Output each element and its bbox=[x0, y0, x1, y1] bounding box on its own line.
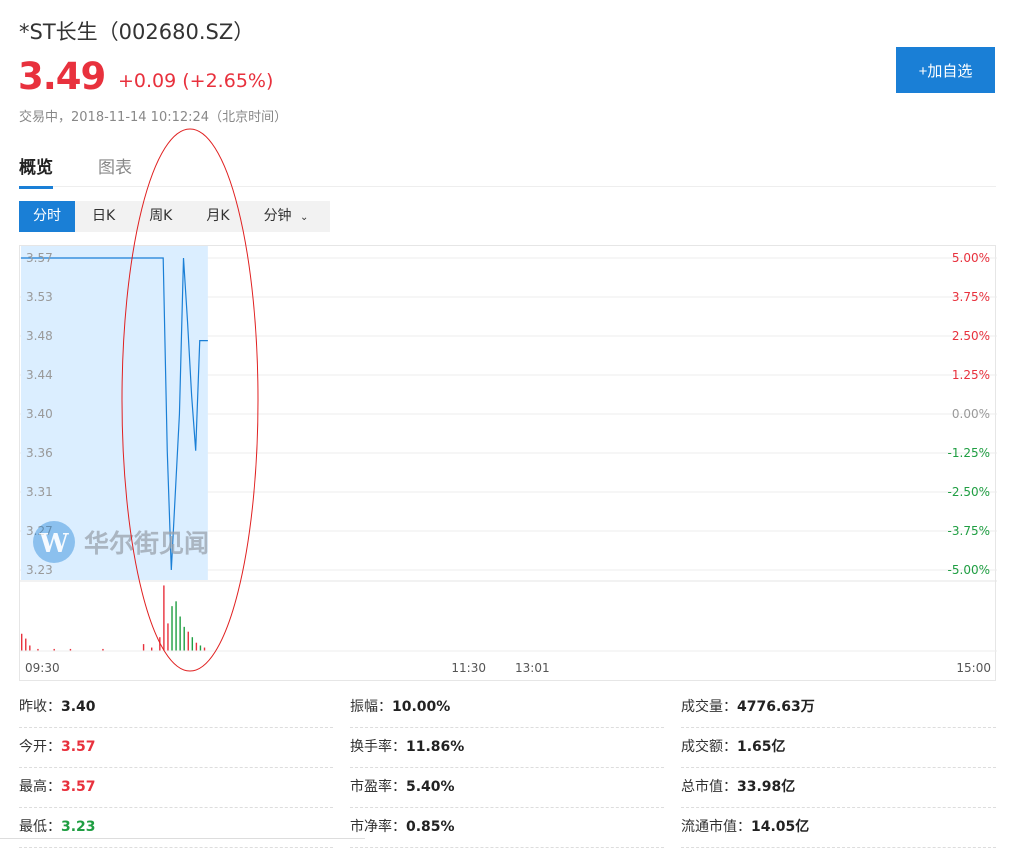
chart-svg: 3.573.533.483.443.403.363.313.273.23 5.0… bbox=[20, 246, 997, 675]
volume-bar bbox=[203, 647, 206, 651]
stat-row: 市净率：0.85% bbox=[350, 808, 664, 848]
tab-bar: 概览 图表 bbox=[19, 150, 996, 189]
percent-tick-label: -1.25% bbox=[948, 446, 990, 460]
period-selector: 分时 日K 周K 月K 分钟 ⌄ bbox=[19, 201, 331, 232]
intraday-chart[interactable]: 3.573.533.483.443.403.363.313.273.23 5.0… bbox=[19, 245, 997, 681]
price-tick-label: 3.57 bbox=[26, 251, 53, 265]
stat-value: 3.23 bbox=[61, 819, 96, 835]
period-weekly[interactable]: 周K bbox=[132, 201, 189, 232]
stat-value: 4776.63万 bbox=[737, 699, 815, 715]
period-daily[interactable]: 日K bbox=[75, 201, 132, 232]
volume-bar bbox=[163, 585, 165, 651]
period-monthly[interactable]: 月K bbox=[189, 201, 246, 232]
stat-value: 3.57 bbox=[61, 779, 96, 795]
stat-row: 昨收：3.40 bbox=[19, 688, 333, 728]
stat-label: 振幅： bbox=[350, 699, 392, 715]
stat-label: 昨收： bbox=[19, 699, 61, 715]
stat-row: 成交额：1.65亿 bbox=[681, 728, 996, 768]
period-minute-label: 分钟 bbox=[263, 208, 292, 224]
stat-row: 流通市值：14.05亿 bbox=[681, 808, 996, 848]
stat-row: 总市值：33.98亿 bbox=[681, 768, 996, 808]
stat-value: 1.65亿 bbox=[737, 739, 786, 755]
volume-bar bbox=[151, 647, 153, 651]
volume-bar bbox=[187, 631, 189, 651]
percent-tick-label: 5.00% bbox=[952, 251, 990, 265]
volume-bar bbox=[167, 623, 169, 651]
price-tick-label: 3.31 bbox=[26, 485, 53, 499]
trading-status: 交易中，2018-11-14 10:12:24（北京时间） bbox=[19, 110, 288, 125]
volume-bar bbox=[25, 638, 27, 651]
volume-bar bbox=[142, 644, 145, 651]
percent-tick-label: -2.50% bbox=[948, 485, 990, 499]
stat-value: 33.98亿 bbox=[737, 779, 796, 795]
stat-label: 总市值： bbox=[681, 779, 737, 795]
percent-axis: 5.00% 3.75% 2.50% 1.25% 0.00% -1.25% -2.50% -3.… bbox=[948, 251, 990, 577]
percent-tick-label: 2.50% bbox=[952, 329, 990, 343]
stat-value: 5.40% bbox=[406, 779, 455, 795]
stat-label: 成交量： bbox=[681, 699, 737, 715]
volume-bar bbox=[21, 633, 23, 651]
stock-title: *ST长生（002680.SZ） bbox=[19, 20, 255, 44]
price-tick-label: 3.53 bbox=[26, 290, 53, 304]
stat-label: 市净率： bbox=[350, 819, 406, 835]
tab-overview[interactable]: 概览 bbox=[19, 153, 53, 189]
watermark-logo-letter: W bbox=[38, 529, 69, 559]
time-label: 09:30 bbox=[25, 661, 60, 675]
stat-row: 成交量：4776.63万 bbox=[681, 688, 996, 728]
percent-tick-label: 1.25% bbox=[952, 368, 990, 382]
stat-label: 流通市值： bbox=[681, 819, 751, 835]
stat-label: 市盈率： bbox=[350, 779, 406, 795]
percent-tick-label: -3.75% bbox=[948, 524, 990, 538]
price-tick-label: 3.23 bbox=[26, 563, 53, 577]
volume-bars bbox=[20, 585, 997, 652]
stat-label: 换手率： bbox=[350, 739, 406, 755]
volume-bar bbox=[179, 616, 181, 651]
stat-row: 今开：3.57 bbox=[19, 728, 333, 768]
percent-tick-label: -5.00% bbox=[948, 563, 990, 577]
stat-value: 14.05亿 bbox=[751, 819, 810, 835]
volume-bar bbox=[195, 642, 198, 651]
time-axis: 09:30 11:30 13:01 15:00 bbox=[25, 661, 991, 675]
price-tick-label: 3.44 bbox=[26, 368, 53, 382]
bottom-divider bbox=[0, 838, 365, 839]
price-tick-label: 3.40 bbox=[26, 407, 53, 421]
current-price: 3.49 bbox=[18, 55, 106, 98]
add-watchlist-button[interactable]: +加自选 bbox=[896, 47, 995, 93]
percent-tick-label: 3.75% bbox=[952, 290, 990, 304]
stat-row: 市盈率：5.40% bbox=[350, 768, 664, 808]
stat-row: 最低：3.23 bbox=[19, 808, 333, 848]
period-intraday[interactable]: 分时 bbox=[19, 201, 75, 232]
stat-label: 最高： bbox=[19, 779, 61, 795]
stat-value: 3.57 bbox=[61, 739, 96, 755]
chevron-down-icon: ⌄ bbox=[300, 212, 309, 223]
tab-chart[interactable]: 图表 bbox=[98, 153, 132, 186]
stat-value: 10.00% bbox=[392, 699, 451, 715]
stat-row: 振幅：10.00% bbox=[350, 688, 664, 728]
percent-tick-label: 0.00% bbox=[952, 407, 990, 421]
volume-bar bbox=[199, 645, 202, 651]
stat-value: 3.40 bbox=[61, 699, 96, 715]
volume-bar bbox=[175, 601, 177, 651]
volume-bar bbox=[29, 645, 31, 651]
stat-value: 0.85% bbox=[406, 819, 455, 835]
period-minute-dropdown[interactable]: 分钟 ⌄ bbox=[247, 201, 331, 232]
volume-bar bbox=[183, 626, 185, 651]
price-tick-label: 3.36 bbox=[26, 446, 53, 460]
stat-label: 最低： bbox=[19, 819, 61, 835]
volume-bar bbox=[159, 637, 161, 651]
time-label: 13:01 bbox=[515, 661, 550, 675]
volume-bar bbox=[171, 606, 173, 651]
price-tick-label: 3.48 bbox=[26, 329, 53, 343]
stat-value: 11.86% bbox=[406, 739, 465, 755]
stat-label: 今开： bbox=[19, 739, 61, 755]
stat-label: 成交额： bbox=[681, 739, 737, 755]
price-change: +0.09 (+2.65%) bbox=[118, 70, 274, 92]
watermark-text: 华尔街见闻 bbox=[84, 529, 209, 558]
stat-row: 换手率：11.86% bbox=[350, 728, 664, 768]
volume-bar bbox=[191, 637, 194, 651]
stat-row: 最高：3.57 bbox=[19, 768, 333, 808]
time-label: 15:00 bbox=[956, 661, 991, 675]
time-label: 11:30 bbox=[451, 661, 486, 675]
